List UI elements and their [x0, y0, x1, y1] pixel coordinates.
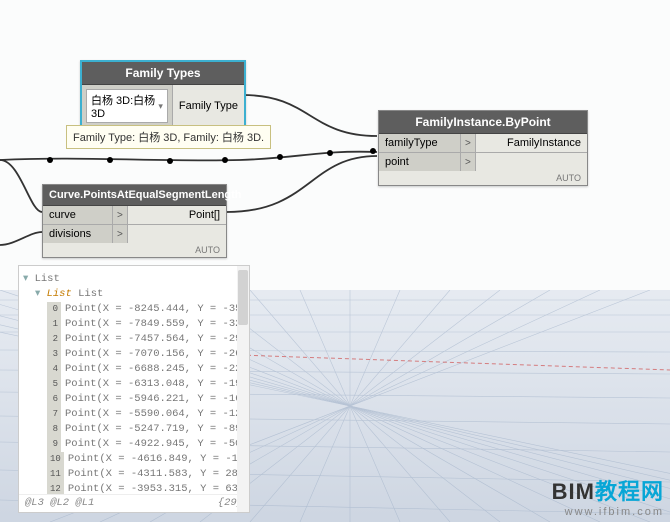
- chevron-right-icon[interactable]: >: [461, 134, 476, 152]
- list-item[interactable]: 3Point(X = -7070.156, Y = -2611.: [23, 347, 245, 362]
- input-curve[interactable]: curve: [43, 206, 113, 224]
- input-point[interactable]: point: [379, 153, 461, 171]
- output-preview-panel[interactable]: ▾ List ▾ List List 0Point(X = -8245.444,…: [18, 265, 250, 513]
- output-family-instance[interactable]: FamilyInstance: [476, 134, 587, 152]
- list-item[interactable]: 1Point(X = -7849.559, Y = -3243.: [23, 317, 245, 332]
- list-item[interactable]: 11Point(X = -4311.583, Y = 288.0: [23, 467, 245, 482]
- list-item[interactable]: 7Point(X = -5590.064, Y = -1256.: [23, 407, 245, 422]
- output-points[interactable]: Point[]: [128, 206, 226, 224]
- chevron-right-icon[interactable]: >: [461, 153, 476, 171]
- list-item[interactable]: 2Point(X = -7457.564, Y = -2930.: [23, 332, 245, 347]
- node-header: Family Types: [82, 62, 244, 85]
- family-type-dropdown[interactable]: 白杨 3D:白杨 3D ▾: [86, 89, 168, 123]
- lacing-auto: AUTO: [379, 171, 587, 185]
- dropdown-value: 白杨 3D:白杨 3D: [91, 92, 158, 120]
- node-family-types[interactable]: Family Types 白杨 3D:白杨 3D ▾ Family Type: [80, 60, 246, 129]
- list-item[interactable]: 0Point(X = -8245.444, Y = -3551.: [23, 302, 245, 317]
- preview-scrollbar[interactable]: [237, 266, 249, 512]
- list-item[interactable]: 4Point(X = -6688.245, Y = -2285.: [23, 362, 245, 377]
- lacing-auto: AUTO: [43, 243, 226, 257]
- preview-levels[interactable]: @L3 @L2 @L1: [25, 497, 94, 509]
- list-item[interactable]: 5Point(X = -6313.048, Y = -1952.: [23, 377, 245, 392]
- node-header: FamilyInstance.ByPoint: [379, 111, 587, 134]
- node-header: Curve.PointsAtEqualSegmentLength: [43, 185, 226, 206]
- input-family-type[interactable]: familyType: [379, 134, 461, 152]
- chevron-down-icon: ▾: [158, 101, 163, 112]
- list-item[interactable]: 9Point(X = -4922.945, Y = -507.6: [23, 437, 245, 452]
- chevron-right-icon[interactable]: >: [113, 206, 128, 224]
- list-item[interactable]: 6Point(X = -5946.221, Y = -1610.: [23, 392, 245, 407]
- output-port-label[interactable]: Family Type: [173, 85, 244, 127]
- node-family-instance[interactable]: FamilyInstance.ByPoint familyType > Fami…: [378, 110, 588, 186]
- list-item[interactable]: 8Point(X = -5247.719, Y = -890.1: [23, 422, 245, 437]
- list-item[interactable]: 10Point(X = -4616.849, Y = -110.: [23, 452, 245, 467]
- watermark: BIM教程网 www.ifbim.com: [552, 474, 664, 518]
- chevron-right-icon[interactable]: >: [113, 225, 128, 243]
- node-curve-points[interactable]: Curve.PointsAtEqualSegmentLength curve >…: [42, 184, 227, 258]
- tooltip: Family Type: 白杨 3D, Family: 白杨 3D.: [66, 125, 271, 149]
- input-divisions[interactable]: divisions: [43, 225, 113, 243]
- list-item[interactable]: 12Point(X = -3953.315, Y = 637.9: [23, 482, 245, 494]
- dynamo-canvas[interactable]: Family Types 白杨 3D:白杨 3D ▾ Family Type F…: [0, 0, 670, 522]
